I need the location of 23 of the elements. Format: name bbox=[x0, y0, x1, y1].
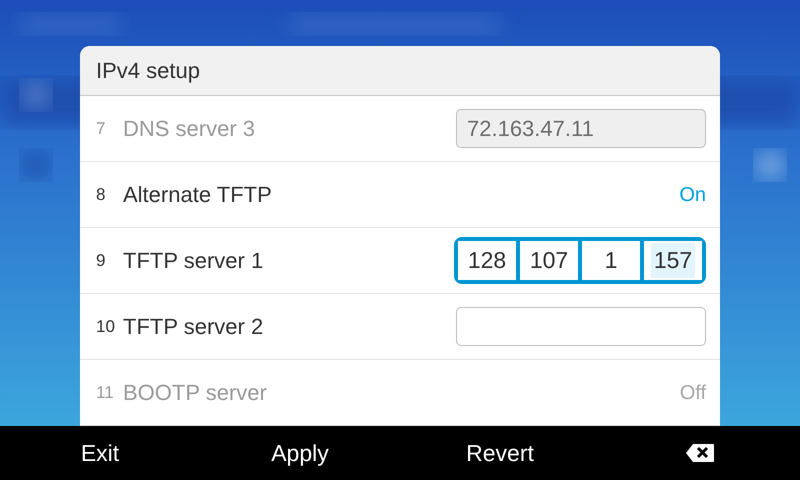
blurred-icon bbox=[22, 81, 50, 109]
softkey-button[interactable]: Exit bbox=[0, 436, 200, 470]
row-number: 8 bbox=[96, 184, 106, 206]
setting-label: TFTP server 1 bbox=[123, 247, 264, 275]
row-number: 7 bbox=[96, 118, 106, 140]
row-number: 10 bbox=[96, 316, 116, 338]
backspace-icon[interactable] bbox=[685, 443, 715, 463]
ip-address-field[interactable]: 128 107 1 157 bbox=[454, 237, 706, 284]
dialog-title: IPv4 setup bbox=[96, 57, 200, 85]
setting-label: DNS server 3 bbox=[123, 115, 256, 143]
blurred-icon bbox=[756, 151, 784, 179]
setting-label: TFTP server 2 bbox=[123, 313, 264, 341]
softkey-button[interactable]: Revert bbox=[400, 436, 600, 470]
settings-row[interactable]: 9 TFTP server 1 128 107 1 157 bbox=[80, 228, 720, 294]
settings-row[interactable]: 10 TFTP server 2 bbox=[80, 294, 720, 360]
settings-row[interactable]: 8 Alternate TFTP On bbox=[80, 162, 720, 228]
setting-label: BOOTP server bbox=[123, 379, 268, 407]
row-number: 11 bbox=[96, 382, 115, 404]
row-number: 9 bbox=[96, 250, 106, 272]
input-field[interactable] bbox=[456, 307, 706, 346]
octet-field[interactable]: 157 bbox=[640, 241, 702, 280]
setting-label: Alternate TFTP bbox=[123, 181, 273, 209]
softkey-button[interactable]: Apply bbox=[200, 436, 400, 470]
